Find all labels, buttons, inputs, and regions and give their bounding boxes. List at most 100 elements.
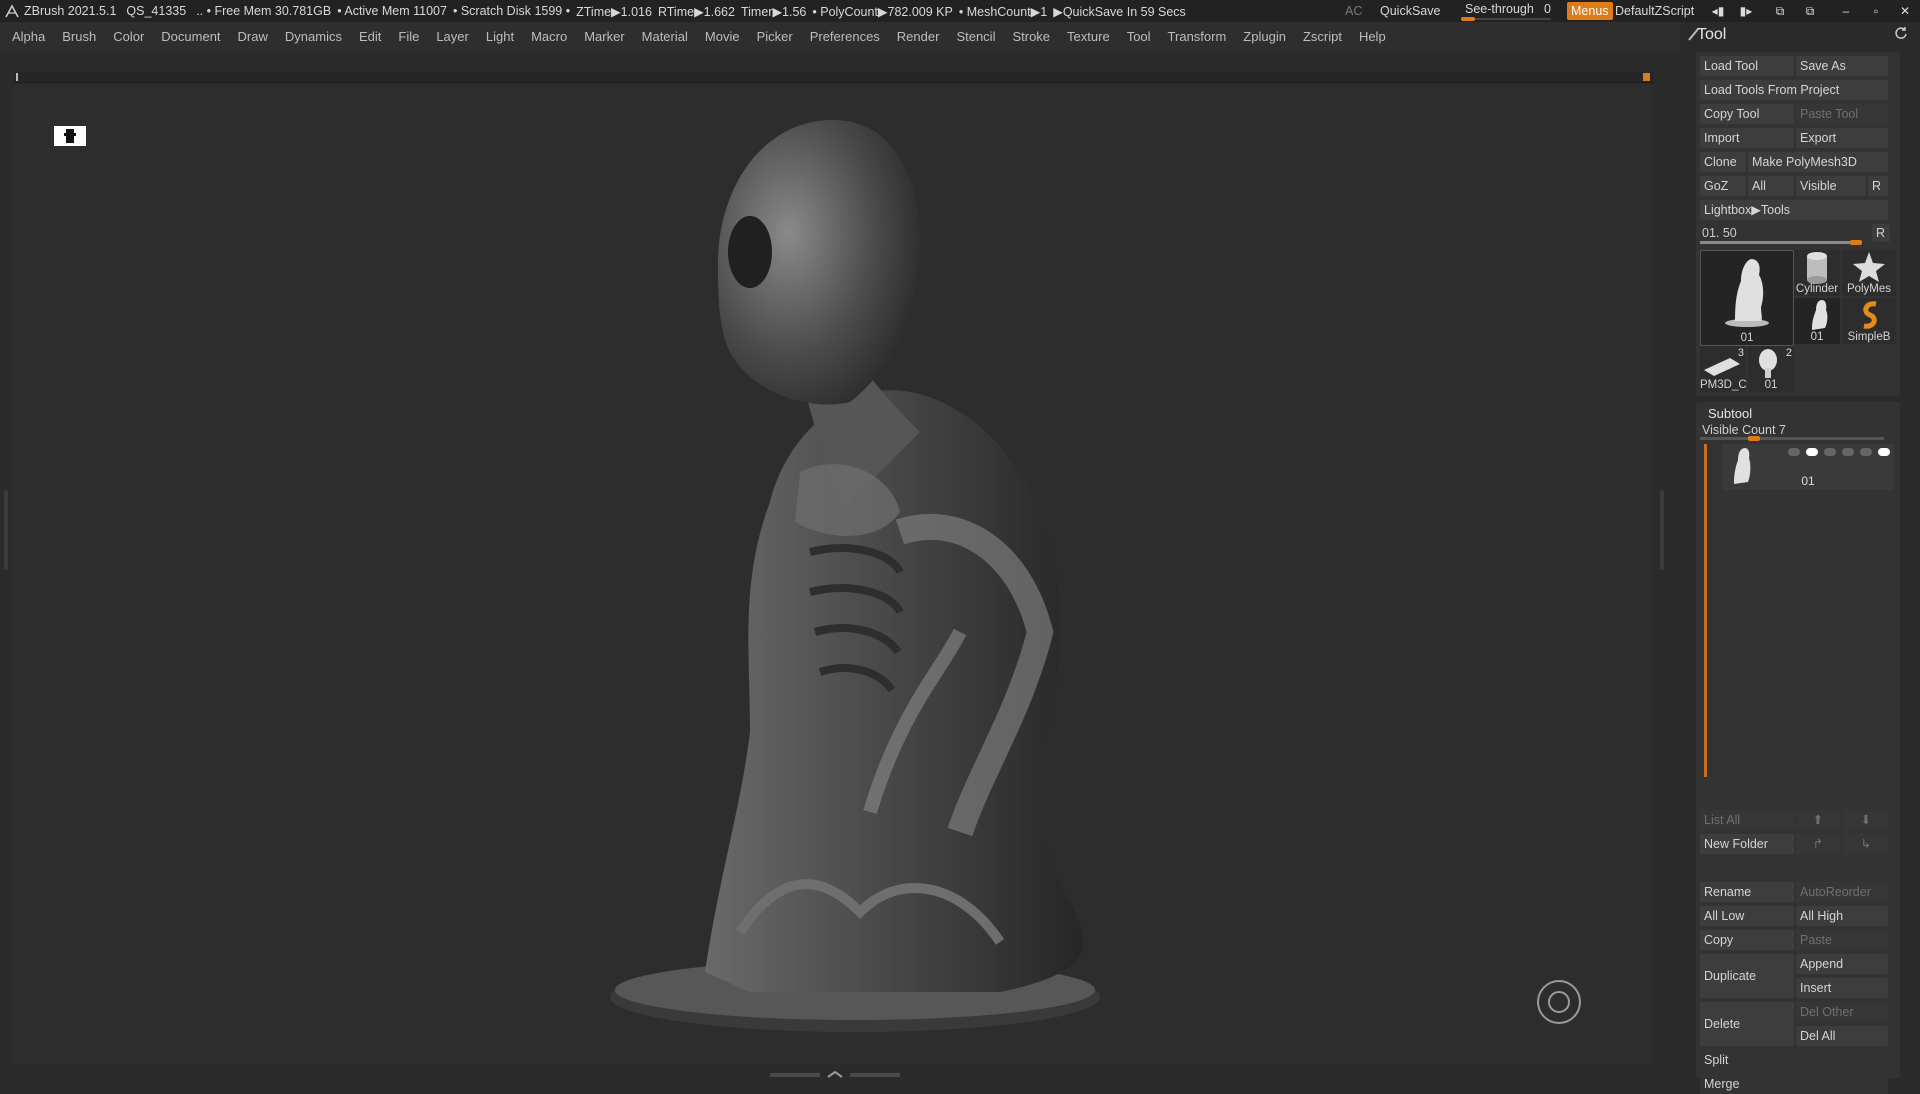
all-low-button[interactable]: All Low: [1700, 906, 1794, 926]
paste-tool-button[interactable]: Paste Tool: [1796, 104, 1888, 124]
del-all-button[interactable]: Del All: [1796, 1026, 1888, 1046]
paste-subtool-button[interactable]: Paste: [1796, 930, 1888, 950]
tool-thumb-current[interactable]: 01: [1700, 250, 1794, 346]
polypaint-toggle-icon[interactable]: [1788, 448, 1800, 456]
menu-stroke[interactable]: Stroke: [1012, 29, 1050, 44]
append-button[interactable]: Append: [1796, 954, 1888, 974]
menu-document[interactable]: Document: [161, 29, 220, 44]
menu-movie[interactable]: Movie: [705, 29, 740, 44]
minimize-icon[interactable]: –: [1838, 3, 1854, 19]
menu-zplugin[interactable]: Zplugin: [1243, 29, 1286, 44]
see-through-slider[interactable]: See-through 0: [1461, 1, 1557, 21]
right-tray-handle[interactable]: [1660, 490, 1664, 570]
menu-tool[interactable]: Tool: [1127, 29, 1151, 44]
menu-brush[interactable]: Brush: [62, 29, 96, 44]
menu-transform[interactable]: Transform: [1168, 29, 1227, 44]
tool-thumb-simplebrush[interactable]: SimpleB: [1842, 298, 1896, 344]
menu-preferences[interactable]: Preferences: [810, 29, 880, 44]
goz-all-button[interactable]: All: [1748, 176, 1794, 196]
palette-refresh-icon[interactable]: [1894, 26, 1908, 40]
navigation-gizmo-inner[interactable]: [1548, 991, 1570, 1013]
layout-right-icon[interactable]: ▮▸: [1738, 3, 1754, 19]
clone-button[interactable]: Clone: [1700, 152, 1746, 172]
menu-color[interactable]: Color: [113, 29, 144, 44]
menu-alpha[interactable]: Alpha: [12, 29, 45, 44]
tool-slider-knob[interactable]: [1850, 240, 1862, 245]
menu-help[interactable]: Help: [1359, 29, 1386, 44]
lightbox-tools-button[interactable]: Lightbox▶Tools: [1700, 200, 1888, 220]
menu-dynamics[interactable]: Dynamics: [285, 29, 342, 44]
menus-toggle[interactable]: Menus: [1567, 2, 1613, 20]
merge-button[interactable]: Merge: [1700, 1074, 1888, 1094]
bottom-tray-handle[interactable]: [770, 1071, 900, 1079]
duplicate-button[interactable]: Duplicate: [1700, 954, 1794, 998]
subtool-item[interactable]: 01: [1722, 444, 1894, 490]
window-swap-icon[interactable]: ⧉: [1772, 3, 1788, 19]
tool-thumb-01-small[interactable]: 01: [1794, 298, 1840, 344]
load-tool-button[interactable]: Load Tool: [1700, 56, 1794, 76]
subtool-scrollbar[interactable]: [1704, 444, 1707, 777]
export-button[interactable]: Export: [1796, 128, 1888, 148]
left-tray-handle[interactable]: [4, 490, 8, 570]
move-out-folder-icon[interactable]: ↳: [1844, 834, 1888, 854]
load-tools-from-project-button[interactable]: Load Tools From Project: [1700, 80, 1888, 100]
menu-light[interactable]: Light: [486, 29, 514, 44]
menu-macro[interactable]: Macro: [531, 29, 567, 44]
menu-file[interactable]: File: [398, 29, 419, 44]
tool-thumb-cylinder[interactable]: Cylinder: [1794, 250, 1840, 296]
tool-thumb-polymesh[interactable]: PolyMes: [1842, 250, 1896, 296]
del-other-button[interactable]: Del Other: [1796, 1002, 1888, 1022]
save-as-button[interactable]: Save As: [1796, 56, 1888, 76]
all-high-button[interactable]: All High: [1796, 906, 1888, 926]
goz-visible-button[interactable]: Visible: [1796, 176, 1866, 196]
quicksave-button[interactable]: QuickSave: [1380, 0, 1440, 22]
solo-toggle-icon[interactable]: [1842, 448, 1854, 456]
window-restore-alt-icon[interactable]: ⧉: [1802, 3, 1818, 19]
move-up-arrow-icon[interactable]: ⬆: [1796, 810, 1840, 830]
tool-slider-r-button[interactable]: R: [1872, 224, 1890, 242]
visible-count-slider[interactable]: Visible Count 7: [1700, 422, 1896, 441]
tool-thumb-01-head[interactable]: 2 01: [1748, 346, 1794, 392]
timeline-end-marker[interactable]: [1643, 73, 1650, 81]
menu-draw[interactable]: Draw: [238, 29, 268, 44]
layout-left-icon[interactable]: ◂▮: [1710, 3, 1726, 19]
subtool-title[interactable]: Subtool: [1708, 406, 1752, 421]
split-button[interactable]: Split: [1700, 1050, 1888, 1070]
tool-thumb-pm3d[interactable]: 3 PM3D_C: [1700, 346, 1746, 392]
copy-subtool-button[interactable]: Copy: [1700, 930, 1794, 950]
make-polymesh3d-button[interactable]: Make PolyMesh3D: [1748, 152, 1888, 172]
see-through-knob[interactable]: [1461, 17, 1475, 21]
move-down-arrow-icon[interactable]: ⬇: [1844, 810, 1888, 830]
copy-tool-button[interactable]: Copy Tool: [1700, 104, 1794, 124]
menu-texture[interactable]: Texture: [1067, 29, 1110, 44]
autoreorder-button[interactable]: AutoReorder: [1796, 882, 1888, 902]
import-button[interactable]: Import: [1700, 128, 1794, 148]
tool-slider[interactable]: 01. 50 R: [1700, 224, 1896, 245]
brush-toggle-icon[interactable]: [1860, 448, 1872, 456]
maximize-icon[interactable]: ▫: [1868, 3, 1884, 19]
menu-layer[interactable]: Layer: [436, 29, 469, 44]
eye-icon[interactable]: [1878, 448, 1890, 456]
navigation-gizmo[interactable]: [1537, 980, 1581, 1024]
menu-edit[interactable]: Edit: [359, 29, 381, 44]
default-zscript-button[interactable]: DefaultZScript: [1615, 0, 1694, 22]
move-into-folder-icon[interactable]: ↱: [1796, 834, 1840, 854]
poly-frame-toggle-icon[interactable]: [1824, 448, 1836, 456]
list-all-button[interactable]: List All: [1700, 810, 1794, 830]
goz-button[interactable]: GoZ: [1700, 176, 1746, 196]
menu-marker[interactable]: Marker: [584, 29, 624, 44]
new-folder-button[interactable]: New Folder: [1700, 834, 1794, 854]
menu-render[interactable]: Render: [897, 29, 940, 44]
menu-zscript[interactable]: Zscript: [1303, 29, 1342, 44]
menu-picker[interactable]: Picker: [757, 29, 793, 44]
goz-r-button[interactable]: R: [1868, 176, 1888, 196]
rename-button[interactable]: Rename: [1700, 882, 1794, 902]
menu-material[interactable]: Material: [642, 29, 688, 44]
timeline-track[interactable]: [14, 72, 1654, 83]
perspective-camera-icon[interactable]: [54, 126, 86, 146]
visibility-eye-icon[interactable]: [1806, 448, 1818, 456]
insert-button[interactable]: Insert: [1796, 978, 1888, 998]
menu-stencil[interactable]: Stencil: [956, 29, 995, 44]
delete-button[interactable]: Delete: [1700, 1002, 1794, 1046]
visible-count-knob[interactable]: [1748, 436, 1760, 441]
